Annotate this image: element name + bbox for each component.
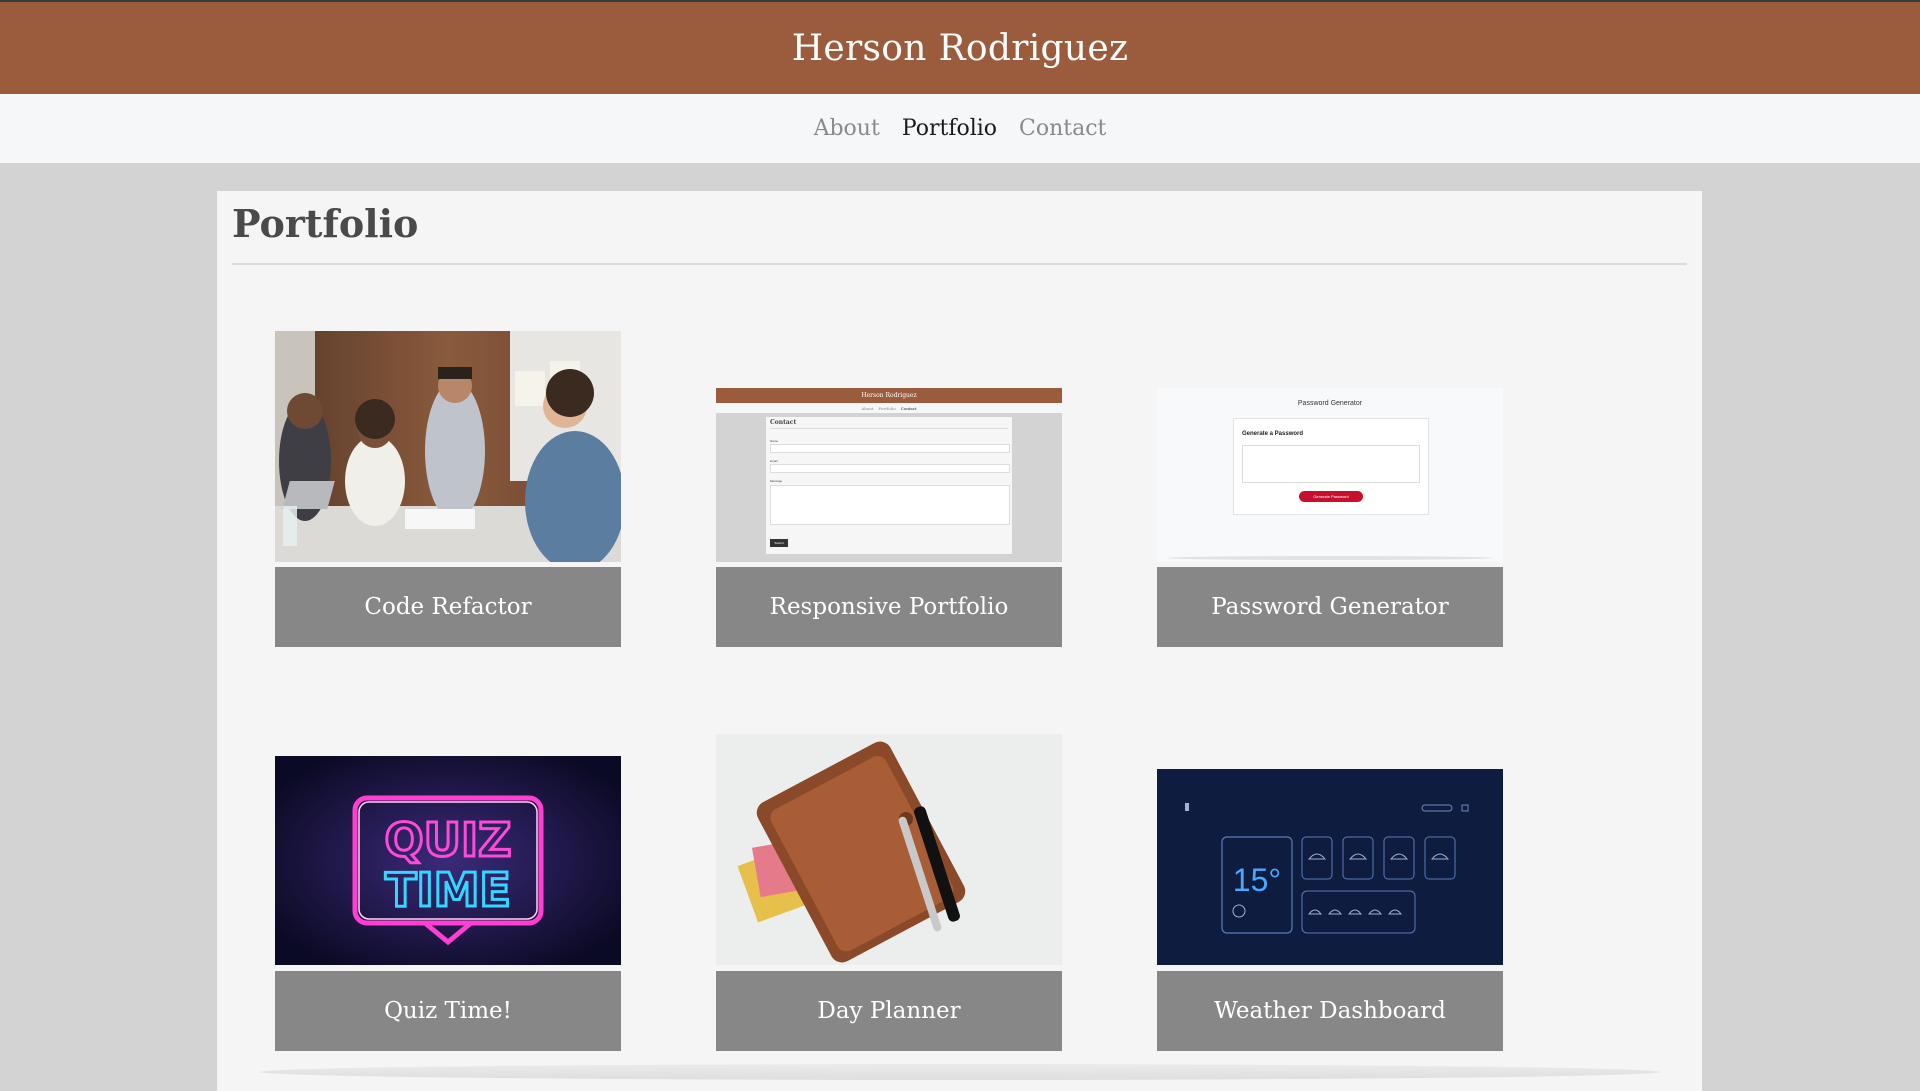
project-title[interactable]: Responsive Portfolio — [716, 567, 1062, 647]
project-title[interactable]: Day Planner — [716, 971, 1062, 1051]
project-thumbnail[interactable] — [275, 331, 621, 562]
portfolio-panel: Portfolio Code Refactor Herson Rodriguez… — [217, 191, 1702, 1091]
preview-header: Herson Rodriguez — [716, 388, 1062, 403]
nav-about-link[interactable]: About — [814, 116, 880, 141]
preview-nav: About Portfolio Contact — [716, 403, 1062, 413]
preview-card: Generate a Password Generate Password — [1233, 418, 1429, 515]
weather-dashboard-screenshot: 15° — [1157, 769, 1503, 965]
nav-portfolio-link[interactable]: Portfolio — [902, 116, 997, 141]
svg-text:15°: 15° — [1233, 862, 1281, 898]
project-card-quiz-time[interactable]: QUIZ TIME Quiz Time! — [275, 756, 621, 1053]
project-thumbnail[interactable]: 15° — [1157, 769, 1503, 965]
project-title[interactable]: Weather Dashboard — [1157, 971, 1503, 1051]
project-card-weather-dashboard[interactable]: 15° Weather Dashboard — [1157, 769, 1503, 1053]
project-thumbnail[interactable] — [716, 734, 1062, 965]
project-title[interactable]: Password Generator — [1157, 567, 1503, 647]
project-card-responsive-portfolio[interactable]: Herson Rodriguez About Portfolio Contact… — [716, 331, 1062, 650]
site-header: Herson Rodriguez — [0, 2, 1920, 94]
title-divider — [232, 263, 1687, 265]
main-nav: About Portfolio Contact — [0, 94, 1920, 163]
svg-text:QUIZ: QUIZ — [385, 813, 512, 867]
project-thumbnail[interactable]: Herson Rodriguez About Portfolio Contact… — [716, 388, 1062, 562]
preview-contact-form: Contact Name Email Message Submit — [766, 417, 1012, 554]
panel-shadow — [260, 1064, 1660, 1080]
svg-text:TIME: TIME — [385, 863, 511, 917]
nav-contact-link[interactable]: Contact — [1019, 116, 1106, 141]
project-thumbnail[interactable]: Password Generator Generate a Password G… — [1157, 388, 1503, 562]
project-card-code-refactor[interactable]: Code Refactor — [275, 331, 621, 650]
page-title: Portfolio — [232, 201, 419, 246]
project-card-day-planner[interactable]: Day Planner — [716, 734, 1062, 1053]
team-meeting-photo — [275, 331, 621, 562]
project-title[interactable]: Code Refactor — [275, 567, 621, 647]
project-card-password-generator[interactable]: Password Generator Generate a Password G… — [1157, 331, 1503, 650]
neon-quiz-sign: QUIZ TIME — [275, 756, 621, 965]
project-thumbnail[interactable]: QUIZ TIME — [275, 756, 621, 965]
site-title: Herson Rodriguez — [791, 27, 1129, 69]
project-title[interactable]: Quiz Time! — [275, 971, 621, 1051]
leather-planner-photo — [716, 734, 1062, 965]
